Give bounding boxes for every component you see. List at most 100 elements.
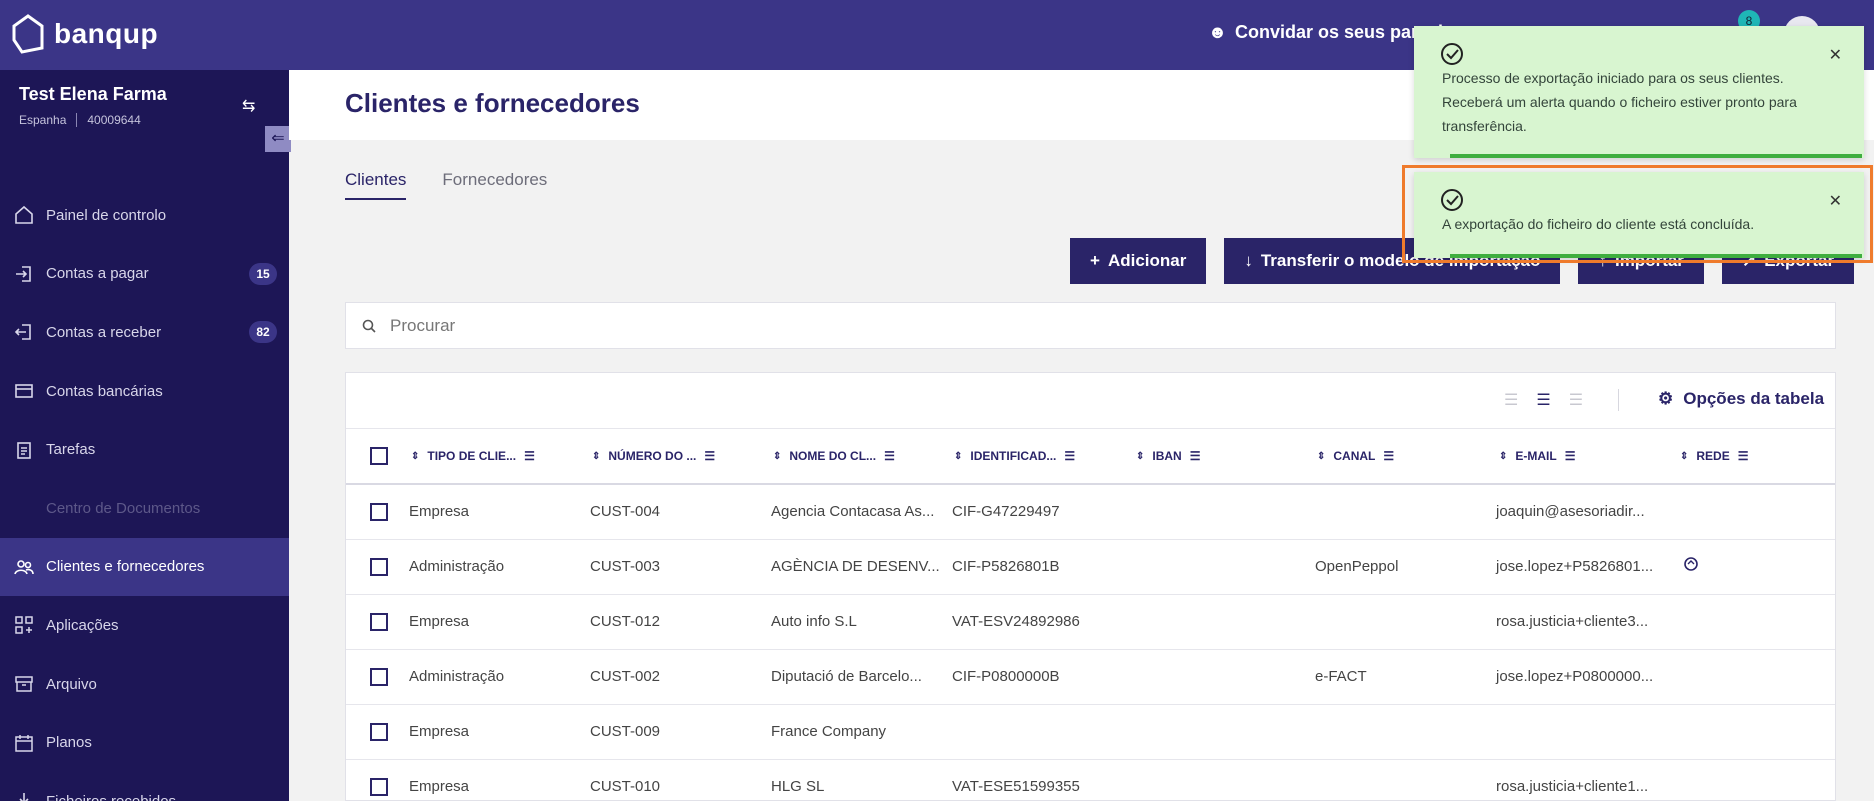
cell-email: joaquin@asesoriadir...: [1496, 503, 1645, 520]
density-comfortable-icon[interactable]: ☰: [1569, 390, 1583, 410]
sidebar-item-dashboard[interactable]: Painel de controlo: [0, 186, 289, 245]
cell-email: jose.lopez+P5826801...: [1496, 558, 1654, 575]
sidebar-item-label: Tarefas: [46, 441, 96, 459]
switch-company-icon[interactable]: ⇆: [242, 96, 255, 116]
column-header-client-number[interactable]: ⇕ NÚMERO DO ... ☰: [592, 449, 715, 463]
cell-client-name: Diputació de Barcelo...: [771, 668, 922, 685]
logo[interactable]: banqup: [12, 14, 158, 54]
sidebar-item-clients-suppliers[interactable]: Clientes e fornecedores: [0, 537, 289, 597]
sidebar-item-label: Centro de Documentos: [46, 499, 201, 517]
row-checkbox[interactable]: [370, 723, 388, 741]
count-badge: 82: [249, 321, 277, 344]
bank-card-icon: [14, 381, 34, 401]
sidebar-item-payables[interactable]: Contas a pagar 15: [0, 245, 289, 304]
density-compact-icon[interactable]: ☰: [1504, 390, 1518, 410]
tab-suppliers[interactable]: Fornecedores: [442, 170, 547, 200]
sidebar-item-document-center: Centro de Documentos: [0, 479, 289, 538]
check-circle-icon: [1441, 43, 1463, 65]
cell-client-name: HLG SL: [771, 778, 825, 795]
sidebar-item-apps[interactable]: Aplicações: [0, 596, 289, 655]
collapse-sidebar-button[interactable]: ⇐: [265, 126, 291, 152]
table-row[interactable]: Administração CUST-003 AGÈNCIA DE DESENV…: [346, 540, 1835, 595]
column-header-client-name[interactable]: ⇕ NOME DO CL... ☰: [773, 449, 895, 463]
cell-client-number: CUST-010: [590, 778, 661, 795]
sidebar-item-label: Painel de controlo: [46, 206, 167, 224]
download-icon: ↓: [1244, 251, 1253, 270]
table-row[interactable]: Empresa CUST-010 HLG SL VAT-ESE51599355 …: [346, 760, 1835, 801]
table-row[interactable]: Empresa CUST-009 France Company: [346, 705, 1835, 760]
filter-icon[interactable]: ☰: [1565, 449, 1576, 463]
cell-client-name: Agencia Contacasa As...: [771, 503, 935, 520]
density-default-icon[interactable]: ☰: [1536, 390, 1550, 410]
sort-icon: ⇕: [411, 450, 420, 462]
cell-client-type: Empresa: [409, 503, 470, 520]
cell-client-type: Administração: [409, 668, 505, 685]
search-input[interactable]: Procurar: [345, 302, 1836, 349]
cell-client-type: Administração: [409, 558, 505, 575]
clients-table: ☰ ☰ ☰ ⚙ Opções da tabela ⇕ TIPO DE CLIE..…: [345, 372, 1836, 801]
sidebar-item-archive[interactable]: Arquivo: [0, 655, 289, 714]
cell-client-number: CUST-002: [590, 668, 661, 685]
column-header-client-type[interactable]: ⇕ TIPO DE CLIE... ☰: [411, 449, 535, 463]
add-button[interactable]: + Adicionar: [1070, 238, 1207, 284]
sidebar-item-plans[interactable]: Planos: [0, 713, 289, 772]
people-icon: ☻: [1208, 22, 1227, 42]
cell-email: jose.lopez+P0800000...: [1496, 668, 1654, 685]
sidebar-item-receivables[interactable]: Contas a receber 82: [0, 303, 289, 362]
close-icon[interactable]: ✕: [1829, 44, 1842, 68]
filter-icon[interactable]: ☰: [524, 449, 535, 463]
toast-export-started: ✕ Processo de exportação iniciado para o…: [1414, 26, 1864, 158]
cell-client-type: Empresa: [409, 778, 470, 795]
row-checkbox[interactable]: [370, 668, 388, 686]
table-row[interactable]: Empresa CUST-004 Agencia Contacasa As...…: [346, 485, 1835, 540]
cell-email: rosa.justicia+cliente3...: [1496, 613, 1649, 630]
cell-email: rosa.justicia+cliente1...: [1496, 778, 1649, 795]
column-header-network[interactable]: ⇕ REDE ☰: [1680, 449, 1749, 463]
sidebar-item-label: Contas bancárias: [46, 382, 163, 400]
row-checkbox[interactable]: [370, 503, 388, 521]
calendar-icon: [14, 733, 34, 753]
sort-icon: ⇕: [1136, 450, 1145, 462]
filter-icon[interactable]: ☰: [1064, 449, 1075, 463]
filter-icon[interactable]: ☰: [704, 449, 715, 463]
sidebar-item-label: Contas a receber: [46, 323, 162, 341]
page-title: Clientes e fornecedores: [345, 88, 640, 118]
table-options-button[interactable]: ⚙ Opções da tabela: [1658, 389, 1824, 409]
cell-client-name: Auto info S.L: [771, 613, 857, 630]
filter-icon[interactable]: ☰: [1383, 449, 1394, 463]
cell-client-number: CUST-003: [590, 558, 661, 575]
divider: [76, 113, 78, 127]
sidebar-item-label: Arquivo: [46, 675, 97, 693]
sidebar-item-received-files[interactable]: Ficheiros recebidos: [0, 772, 289, 801]
row-checkbox[interactable]: [370, 778, 388, 796]
select-all-checkbox[interactable]: [370, 447, 388, 465]
sort-icon: ⇕: [592, 450, 601, 462]
sidebar-item-tasks[interactable]: Tarefas: [0, 420, 289, 479]
cell-client-name: AGÈNCIA DE DESENV...: [771, 558, 940, 575]
column-header-channel[interactable]: ⇕ CANAL ☰: [1317, 449, 1394, 463]
cell-identifier: CIF-P0800000B: [952, 668, 1060, 685]
search-placeholder: Procurar: [390, 315, 456, 335]
density-toggle: ☰ ☰ ☰: [1504, 390, 1583, 410]
company-name: Test Elena Farma: [19, 84, 167, 104]
sidebar-item-label: Planos: [46, 734, 92, 752]
row-checkbox[interactable]: [370, 613, 388, 631]
sort-icon: ⇕: [1317, 450, 1326, 462]
sidebar-item-bank-accounts[interactable]: Contas bancárias: [0, 362, 289, 421]
filter-icon[interactable]: ☰: [1738, 449, 1749, 463]
table-row[interactable]: Empresa CUST-012 Auto info S.L VAT-ESV24…: [346, 595, 1835, 650]
filter-icon[interactable]: ☰: [1190, 449, 1201, 463]
cell-identifier: CIF-P5826801B: [952, 558, 1060, 575]
column-header-email[interactable]: ⇕ E-MAIL ☰: [1499, 449, 1575, 463]
filter-icon[interactable]: ☰: [884, 449, 895, 463]
cell-identifier: VAT-ESE51599355: [952, 778, 1080, 795]
network-icon: [1683, 556, 1699, 576]
toast-highlight-frame: [1402, 165, 1873, 263]
row-checkbox[interactable]: [370, 558, 388, 576]
column-header-iban[interactable]: ⇕ IBAN ☰: [1136, 449, 1201, 463]
tabs: Clientes Fornecedores: [345, 170, 547, 200]
cell-client-name: France Company: [771, 723, 887, 740]
table-row[interactable]: Administração CUST-002 Diputació de Barc…: [346, 650, 1835, 705]
tab-clients[interactable]: Clientes: [345, 170, 407, 200]
column-header-identifier[interactable]: ⇕ IDENTIFICAD... ☰: [954, 449, 1075, 463]
